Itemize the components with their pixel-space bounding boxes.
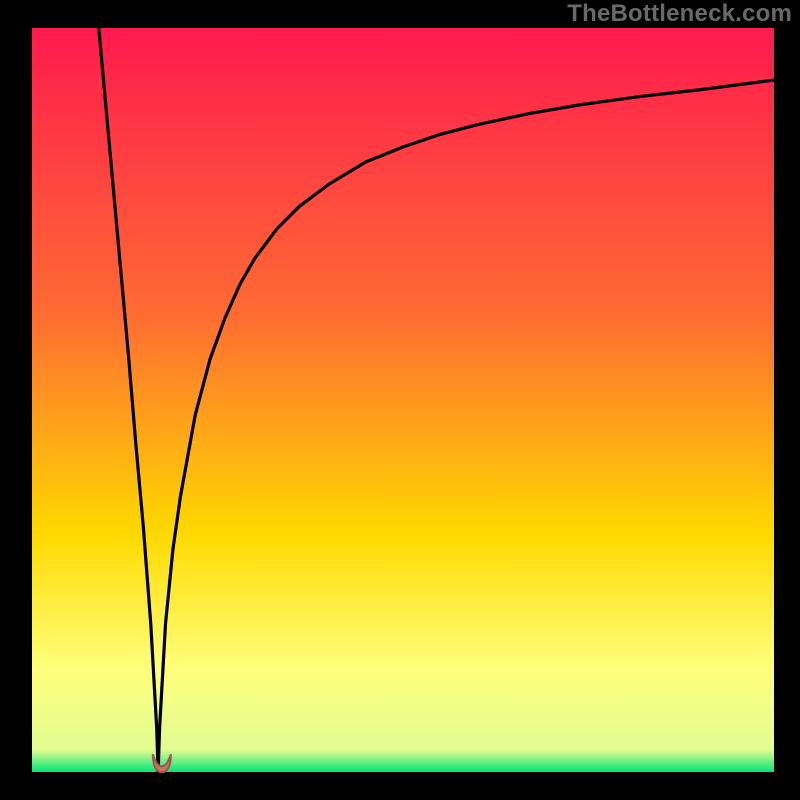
- watermark-text: TheBottleneck.com: [567, 0, 792, 28]
- gradient-plot-area: [32, 28, 774, 772]
- plot-svg: [0, 0, 800, 800]
- chart-stage: TheBottleneck.com: [0, 0, 800, 800]
